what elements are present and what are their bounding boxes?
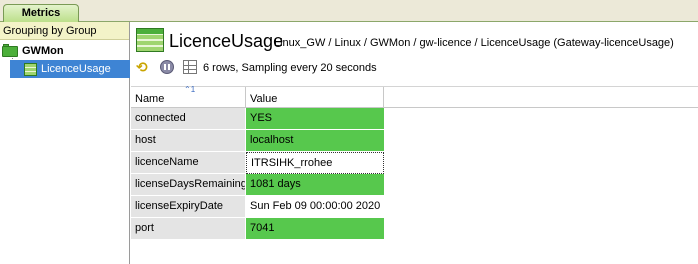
- grid-icon[interactable]: [183, 60, 197, 74]
- table-row[interactable]: host localhost: [131, 130, 384, 152]
- sampler-icon: [136, 28, 164, 52]
- metrics-table: Name ⌃1 Value connected YES host localho…: [131, 85, 698, 264]
- table-row[interactable]: port 7041: [131, 218, 384, 240]
- tree-header: Grouping by Group: [0, 22, 129, 40]
- tree-panel: Grouping by Group GWMon LicenceUsage: [0, 22, 130, 264]
- tab-metrics[interactable]: Metrics: [3, 4, 79, 23]
- cell-value[interactable]: ITRSIHK_rrohee: [246, 152, 384, 174]
- table-row[interactable]: licenceName ITRSIHK_rrohee: [131, 152, 384, 174]
- sort-indicator: ⌃1: [184, 85, 196, 94]
- tab-strip: Metrics: [0, 0, 698, 23]
- cell-name[interactable]: licenseDaysRemaining: [131, 174, 246, 196]
- folder-icon: [2, 44, 18, 57]
- page-title: LicenceUsage: [169, 31, 284, 51]
- cell-value[interactable]: 1081 days: [246, 174, 384, 196]
- cell-name[interactable]: licenceName: [131, 152, 246, 174]
- table-row[interactable]: licenseDaysRemaining 1081 days: [131, 174, 384, 196]
- table-header: Name ⌃1 Value: [131, 85, 698, 108]
- cell-value[interactable]: 7041: [246, 218, 384, 240]
- tree-item-label: GWMon: [22, 45, 64, 57]
- tree-item-licenceusage[interactable]: LicenceUsage: [10, 60, 130, 78]
- column-header-value[interactable]: Value: [246, 87, 384, 108]
- table-body: connected YES host localhost licenceName…: [131, 108, 384, 240]
- sampler-icon: [24, 62, 37, 76]
- tree-item-label: LicenceUsage: [41, 63, 111, 75]
- pause-icon[interactable]: [160, 60, 174, 74]
- cell-name[interactable]: licenseExpiryDate: [131, 196, 246, 218]
- cell-name[interactable]: host: [131, 130, 246, 152]
- cell-value[interactable]: localhost: [246, 130, 384, 152]
- cell-name[interactable]: connected: [131, 108, 246, 130]
- refresh-icon[interactable]: ⟲: [136, 60, 150, 74]
- cell-value[interactable]: Sun Feb 09 00:00:00 2020: [246, 196, 384, 218]
- table-row[interactable]: connected YES: [131, 108, 384, 130]
- cell-value[interactable]: YES: [246, 108, 384, 130]
- status-text: 6 rows, Sampling every 20 seconds: [203, 62, 377, 74]
- breadcrumb: Linux_GW / Linux / GWMon / gw-licence / …: [274, 37, 674, 49]
- table-row[interactable]: licenseExpiryDate Sun Feb 09 00:00:00 20…: [131, 196, 384, 218]
- main-panel: LicenceUsage Linux_GW / Linux / GWMon / …: [131, 22, 698, 264]
- cell-name[interactable]: port: [131, 218, 246, 240]
- column-header-name[interactable]: Name ⌃1: [131, 85, 246, 108]
